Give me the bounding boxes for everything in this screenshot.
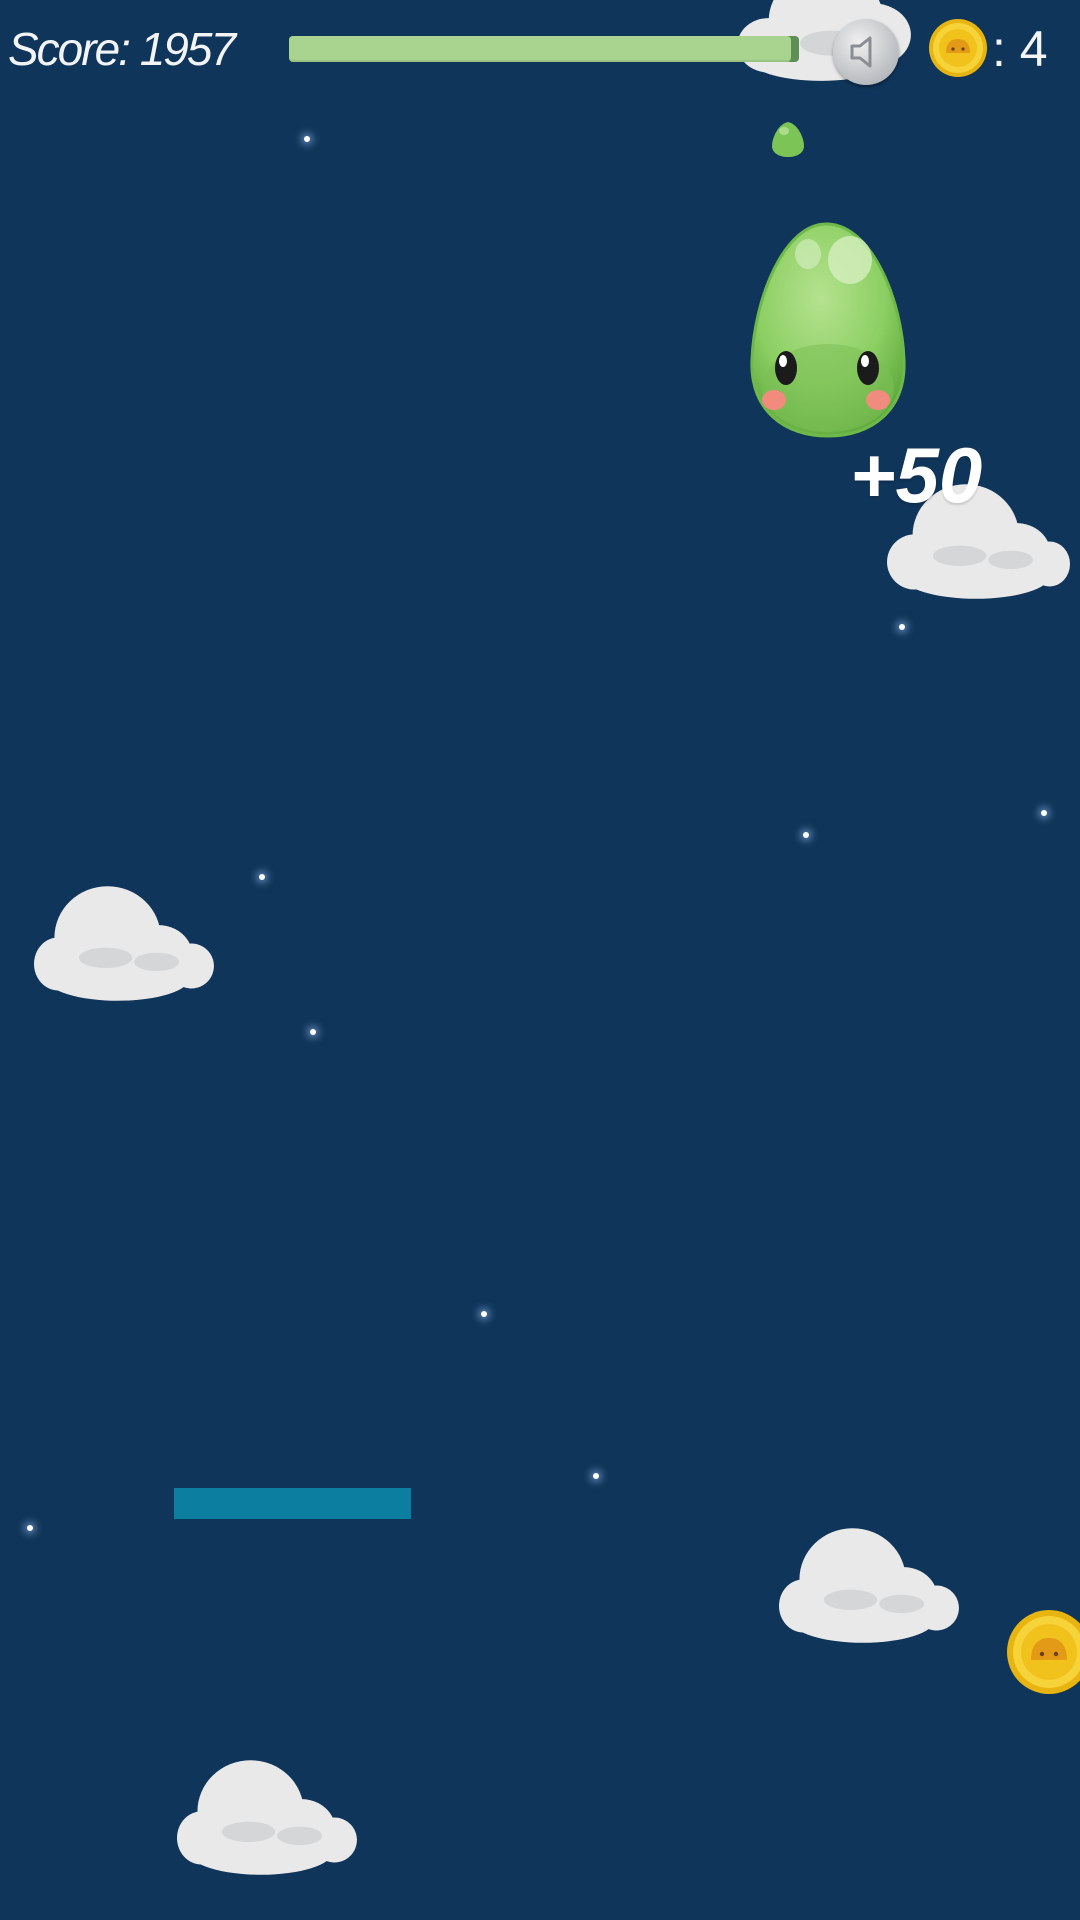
star bbox=[310, 1029, 316, 1035]
coin-count-value: 4 bbox=[1019, 21, 1048, 77]
score-bonus-popup: +50 bbox=[850, 431, 983, 519]
star bbox=[259, 874, 265, 880]
coin-icon bbox=[929, 19, 987, 77]
speaker-icon bbox=[850, 36, 872, 68]
coin-counter: : 4 bbox=[992, 20, 1048, 78]
platform bbox=[174, 1488, 411, 1519]
player-slime bbox=[750, 222, 906, 438]
slime-droplet bbox=[772, 122, 804, 157]
cloud bbox=[177, 1760, 357, 1875]
coin-icon bbox=[1007, 1610, 1080, 1694]
game-screen[interactable]: +50 Score: 1957 : 4 bbox=[0, 0, 1080, 1920]
star bbox=[304, 136, 310, 142]
cloud bbox=[779, 1528, 959, 1643]
star bbox=[1041, 810, 1047, 816]
score-label: Score: 1957 bbox=[8, 23, 236, 75]
star bbox=[593, 1473, 599, 1479]
sound-toggle-button[interactable] bbox=[833, 19, 899, 85]
cloud bbox=[34, 886, 214, 1001]
star bbox=[27, 1525, 33, 1531]
star bbox=[481, 1311, 487, 1317]
star bbox=[803, 832, 809, 838]
coin-separator: : bbox=[992, 21, 1020, 77]
level-progress-fill bbox=[289, 36, 792, 62]
star bbox=[899, 624, 905, 630]
level-progress-bar bbox=[289, 36, 799, 62]
